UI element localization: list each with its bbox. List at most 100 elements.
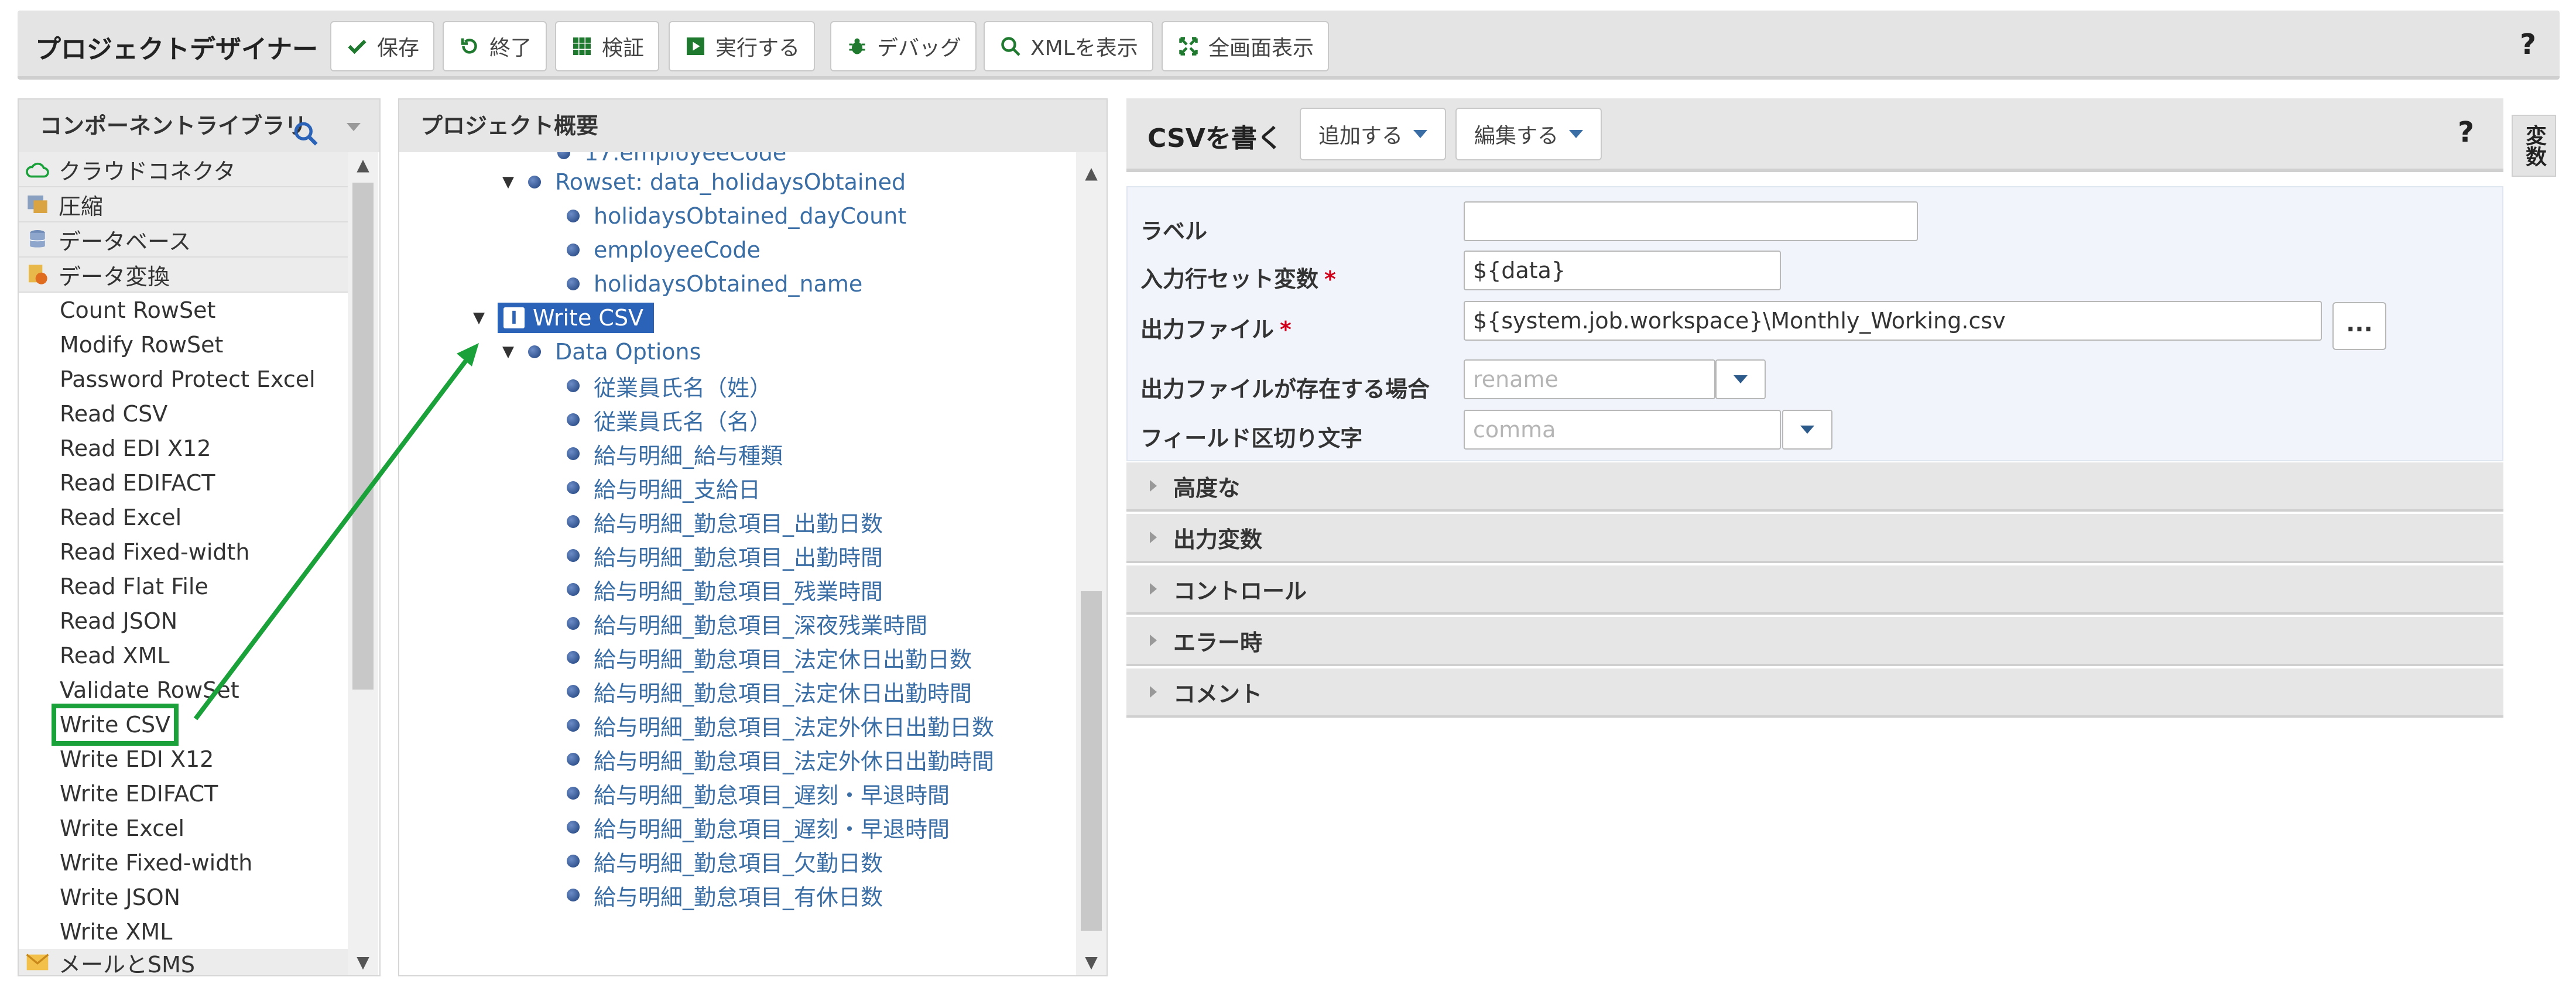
run-button-label: 実行する bbox=[715, 36, 800, 60]
edit-dropdown-button[interactable]: 編集する bbox=[1455, 108, 1602, 160]
tree-node-field[interactable]: 給与明細_勤怠項目_遅刻・早退時間 bbox=[567, 810, 950, 844]
scroll-down-icon[interactable]: ▼ bbox=[348, 949, 378, 975]
output-file-input[interactable]: ${system.job.workspace}\Monthly_Working.… bbox=[1464, 301, 2322, 341]
component-write-excel[interactable]: Write Excel bbox=[19, 811, 348, 845]
component-read-json[interactable]: Read JSON bbox=[19, 604, 348, 638]
tree-node-field[interactable]: 給与明細_勤怠項目_有休日数 bbox=[567, 878, 883, 912]
component-read-csv[interactable]: Read CSV bbox=[19, 396, 348, 431]
component-write-xml[interactable]: Write XML bbox=[19, 914, 348, 949]
tree-node-field[interactable]: 給与明細_勤怠項目_法定休日出勤時間 bbox=[567, 674, 972, 708]
section-advanced[interactable]: 高度な bbox=[1126, 462, 2503, 512]
component-read-flat-file[interactable]: Read Flat File bbox=[19, 569, 348, 604]
node-label: 従業員氏名（名） bbox=[594, 409, 772, 435]
exit-button[interactable]: 終了 bbox=[443, 21, 547, 71]
component-read-edi-x12[interactable]: Read EDI X12 bbox=[19, 431, 348, 465]
write-csv-properties-panel: CSVを書く 追加する 編集する ? ラベル 入力行セット変数 * ${data}… bbox=[1126, 98, 2503, 725]
node-bullet-icon bbox=[567, 481, 580, 494]
tree-node-field[interactable]: 給与明細_勤怠項目_出勤時間 bbox=[567, 539, 883, 572]
category-compression[interactable]: 圧縮 bbox=[19, 187, 348, 222]
component-label: Count RowSet bbox=[60, 297, 216, 323]
component-write-json[interactable]: Write JSON bbox=[19, 880, 348, 914]
help-icon[interactable]: ? bbox=[2520, 28, 2536, 61]
node-label: 給与明細_勤怠項目_法定休日出勤日数 bbox=[594, 646, 972, 673]
tree-node-field[interactable]: 給与明細_勤怠項目_法定外休日出勤時間 bbox=[567, 742, 994, 776]
help-icon[interactable]: ? bbox=[2458, 116, 2474, 149]
project-scroll-thumb[interactable] bbox=[1081, 591, 1102, 931]
tree-node-field[interactable]: 給与明細_勤怠項目_深夜残業時間 bbox=[567, 606, 927, 640]
save-button[interactable]: 保存 bbox=[330, 21, 435, 71]
delimiter-select[interactable]: comma bbox=[1464, 410, 1781, 450]
component-read-xml[interactable]: Read XML bbox=[19, 638, 348, 673]
tree-node-field[interactable]: 従業員氏名（姓） bbox=[567, 369, 772, 403]
scroll-up-icon[interactable]: ▲ bbox=[1076, 160, 1107, 186]
section-output-variables[interactable]: 出力変数 bbox=[1126, 514, 2503, 563]
section-comment[interactable]: コメント bbox=[1126, 668, 2503, 718]
component-password-protect-excel[interactable]: Password Protect Excel bbox=[19, 362, 348, 396]
tree-node-field[interactable]: 給与明細_勤怠項目_出勤日数 bbox=[567, 505, 883, 539]
tree-node[interactable]: employeeCode bbox=[567, 233, 761, 267]
tree-node-rowset[interactable]: ▼ Rowset: data_holidaysObtained bbox=[502, 165, 906, 199]
run-button[interactable]: 実行する bbox=[669, 21, 816, 71]
component-library-panel: コンポーネントライブラリ クラウドコネクタ 圧縮 データベース データ変換 Co… bbox=[18, 98, 381, 976]
tree-node-field[interactable]: 給与明細_勤怠項目_遅刻・早退時間 bbox=[567, 776, 950, 810]
component-modify-rowset[interactable]: Modify RowSet bbox=[19, 327, 348, 362]
tree-node-field[interactable]: 給与明細_勤怠項目_欠勤日数 bbox=[567, 844, 883, 878]
delimiter-dropdown-toggle[interactable] bbox=[1782, 410, 1832, 450]
tree-node-field[interactable]: 給与明細_勤怠項目_法定外休日出勤日数 bbox=[567, 708, 994, 742]
grid-icon bbox=[570, 35, 594, 58]
write-component-icon: I bbox=[503, 307, 525, 328]
scroll-up-icon[interactable]: ▲ bbox=[348, 152, 378, 178]
section-on-error[interactable]: エラー時 bbox=[1126, 617, 2503, 666]
input-rowset-input[interactable]: ${data} bbox=[1464, 251, 1781, 290]
section-control[interactable]: コントロール bbox=[1126, 565, 2503, 615]
tree-node-field[interactable]: 給与明細_勤怠項目_残業時間 bbox=[567, 572, 883, 606]
component-write-edi-x12[interactable]: Write EDI X12 bbox=[19, 742, 348, 776]
chevron-down-icon[interactable] bbox=[347, 123, 361, 131]
library-scrollbar[interactable]: ▲ ▼ bbox=[348, 152, 378, 975]
category-cloud-connectors[interactable]: クラウドコネクタ bbox=[19, 152, 348, 187]
label-input[interactable] bbox=[1464, 201, 1918, 241]
component-read-fixed-width[interactable]: Read Fixed-width bbox=[19, 534, 348, 569]
if-exists-dropdown-toggle[interactable] bbox=[1715, 359, 1766, 399]
node-label: 給与明細_勤怠項目_法定外休日出勤日数 bbox=[594, 714, 995, 740]
fullscreen-button-label: 全画面表示 bbox=[1208, 36, 1314, 60]
library-scroll-thumb[interactable] bbox=[352, 183, 374, 690]
component-write-edifact[interactable]: Write EDIFACT bbox=[19, 776, 348, 811]
component-count-rowset[interactable]: Count RowSet bbox=[19, 293, 348, 327]
add-dropdown-button[interactable]: 追加する bbox=[1300, 108, 1447, 160]
component-write-csv[interactable]: Write CSV bbox=[19, 703, 348, 746]
debug-button[interactable]: デバッグ bbox=[830, 21, 977, 71]
expand-toggle-icon[interactable]: ▼ bbox=[502, 173, 520, 191]
tree-node-field[interactable]: 給与明細_勤怠項目_法定休日出勤日数 bbox=[567, 640, 972, 674]
tree-node[interactable]: holidaysObtained_name bbox=[567, 267, 862, 301]
tree-node[interactable]: holidaysObtained_dayCount bbox=[567, 199, 906, 233]
view-xml-button[interactable]: XMLを表示 bbox=[984, 21, 1153, 71]
node-bullet-icon bbox=[567, 447, 580, 460]
category-data-transform[interactable]: データ変換 bbox=[19, 258, 348, 293]
component-label: Read Fixed-width bbox=[60, 539, 250, 565]
scroll-down-icon[interactable]: ▼ bbox=[1076, 949, 1107, 975]
expand-toggle-icon[interactable]: ▼ bbox=[473, 309, 487, 327]
project-overview-title: プロジェクト概要 bbox=[420, 113, 599, 139]
variables-tab[interactable]: 変数 bbox=[2512, 115, 2556, 177]
node-bullet-icon bbox=[528, 345, 541, 358]
tree-node-field[interactable]: 給与明細_給与種類 bbox=[567, 437, 783, 471]
expand-toggle-icon[interactable]: ▼ bbox=[502, 343, 520, 361]
component-write-fixed-width[interactable]: Write Fixed-width bbox=[19, 845, 348, 880]
browse-button[interactable]: ... bbox=[2332, 302, 2386, 350]
project-scrollbar[interactable]: ▲ ▼ bbox=[1076, 152, 1107, 975]
category-database[interactable]: データベース bbox=[19, 222, 348, 258]
input-rowset-field-label: 入力行セット変数 * bbox=[1140, 261, 1336, 293]
if-exists-select[interactable]: rename bbox=[1464, 359, 1715, 399]
tree-node-field[interactable]: 従業員氏名（名） bbox=[567, 403, 772, 437]
tree-node-field[interactable]: 給与明細_支給日 bbox=[567, 471, 761, 505]
component-read-excel[interactable]: Read Excel bbox=[19, 500, 348, 534]
tree-node-data-options[interactable]: ▼ Data Options bbox=[502, 335, 701, 369]
validate-button[interactable]: 検証 bbox=[555, 21, 660, 71]
component-validate-rowset[interactable]: Validate RowSet bbox=[19, 673, 348, 707]
tree-node-write-csv[interactable]: ▼ I Write CSV bbox=[473, 301, 655, 335]
node-label: holidaysObtained_dayCount bbox=[594, 203, 907, 229]
fullscreen-button[interactable]: 全画面表示 bbox=[1162, 21, 1330, 71]
component-read-edifact[interactable]: Read EDIFACT bbox=[19, 465, 348, 500]
category-mail-sms[interactable]: メールとSMS bbox=[19, 949, 348, 975]
